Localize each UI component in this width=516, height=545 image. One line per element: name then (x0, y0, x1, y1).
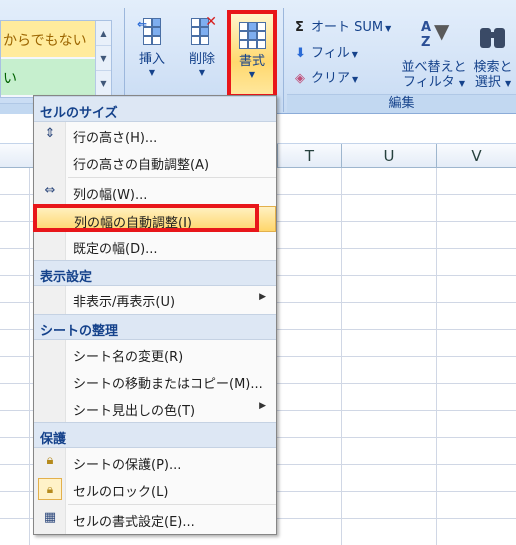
autofit-row-label: 行の高さの自動調整(A) (73, 158, 210, 173)
hide-unhide-label: 非表示/再表示(U) (73, 295, 176, 310)
fill-button[interactable]: ⬇ フィル ▼ (295, 42, 358, 64)
menu-divider (68, 504, 276, 505)
menu-lock-cell[interactable]: 🔒︎ セルのロック(L) (34, 476, 276, 502)
cell-styles-gallery[interactable]: からでもない い ▲ ▼ ▼ (0, 20, 112, 98)
grid-column-line (341, 168, 342, 545)
menu-default-width[interactable]: 既定の幅(D)... (34, 233, 276, 259)
protect-sheet-icon: 🔒︎ (46, 453, 54, 468)
find-line1: 検索と (473, 60, 513, 75)
menu-row-height[interactable]: ⇕ 行の高さ(H)... (34, 122, 276, 148)
grid-column-line (436, 168, 437, 545)
format-cells-icon (235, 16, 269, 50)
fill-down-icon: ⬇ (295, 46, 306, 61)
gallery-scroll[interactable]: ▲ ▼ ▼ (95, 21, 111, 97)
lock-cell-icon: 🔒︎ (38, 478, 62, 500)
sort-filter-icon: A Z ▼ (421, 19, 450, 50)
column-header-t[interactable]: T (277, 144, 341, 168)
autosum-label: オート SUM (311, 20, 384, 35)
edit-group: Σ オート SUM ▼ ⬇ フィル ▼ ◈ クリア ▼ A Z ▼ 並べ替えと フィルタ ▼… (287, 8, 516, 113)
clear-button[interactable]: ◈ クリア ▼ (295, 67, 358, 89)
autosum-dropdown-icon: ▼ (385, 24, 392, 33)
protect-sheet-label: シートの保護(P)... (73, 458, 182, 473)
find-line2: 選択 (474, 75, 501, 90)
submenu-arrow-icon: ▶ (259, 292, 266, 302)
section-organize-sheets: シートの整理 (34, 314, 276, 340)
menu-rename-sheet[interactable]: シート名の変更(R) (34, 341, 276, 367)
eraser-icon: ◈ (295, 71, 305, 86)
group-separator (283, 8, 284, 112)
sort-filter-button[interactable]: A Z ▼ 並べ替えと フィルタ ▼ (400, 20, 468, 91)
menu-divider (68, 177, 276, 178)
fill-dropdown-icon: ▼ (351, 50, 358, 59)
menu-hide-unhide[interactable]: 非表示/再表示(U) ▶ (34, 286, 276, 312)
style-neutral[interactable]: からでもない (1, 21, 96, 57)
column-header-u[interactable]: U (341, 144, 436, 168)
menu-format-cells[interactable]: ▦ セルの書式設定(E)... (34, 506, 276, 532)
menu-column-width[interactable]: ⇔ 列の幅(W)... (34, 179, 276, 205)
edit-group-title: 編集 (287, 94, 516, 113)
format-label: 書式 (238, 54, 265, 69)
menu-autofit-row-height[interactable]: 行の高さの自動調整(A) (34, 149, 276, 175)
clear-label: クリア (311, 71, 351, 86)
insert-button[interactable]: ⇐ 挿入 ▼ (130, 12, 174, 94)
grid-column-line (29, 168, 30, 545)
binoculars-icon (476, 20, 510, 54)
gallery-down-icon[interactable]: ▼ (96, 46, 111, 71)
insert-cells-icon: ⇐ (135, 14, 169, 48)
autosum-button[interactable]: Σ オート SUM ▼ (295, 16, 391, 38)
submenu-arrow-icon: ▶ (259, 401, 266, 411)
insert-dropdown-icon: ▼ (148, 68, 156, 77)
delete-label: 削除 (188, 52, 215, 67)
delete-cells-icon: ✕ (185, 14, 219, 48)
gallery-up-icon[interactable]: ▲ (96, 21, 111, 46)
gallery-more-icon[interactable]: ▼ (96, 71, 111, 96)
row-height-label: 行の高さ(H)... (73, 131, 158, 146)
default-width-label: 既定の幅(D)... (73, 242, 158, 257)
delete-button[interactable]: ✕ 削除 ▼ (178, 12, 226, 94)
menu-tab-color[interactable]: シート見出しの色(T) ▶ (34, 395, 276, 421)
clear-dropdown-icon: ▼ (352, 75, 359, 84)
section-cell-size: セルのサイズ (34, 96, 276, 122)
format-dropdown-icon: ▼ (248, 70, 256, 79)
find-select-button[interactable]: 検索と 選択 ▼ (470, 20, 516, 91)
format-cells-dialog-icon: ▦ (43, 510, 57, 525)
menu-move-copy-sheet[interactable]: シートの移動またはコピー(M)... (34, 368, 276, 394)
rename-sheet-label: シート名の変更(R) (73, 350, 184, 365)
format-cells-label: セルの書式設定(E)... (73, 515, 195, 530)
sort-dropdown-icon: ▼ (458, 79, 466, 88)
column-width-icon: ⇔ (44, 183, 56, 198)
format-menu: セルのサイズ ⇕ 行の高さ(H)... 行の高さの自動調整(A) ⇔ 列の幅(W… (33, 95, 277, 535)
tab-color-label: シート見出しの色(T) (73, 404, 196, 419)
section-visibility: 表示設定 (34, 260, 276, 286)
column-header-v[interactable]: V (436, 144, 516, 168)
find-dropdown-icon: ▼ (505, 79, 512, 88)
column-width-label: 列の幅(W)... (73, 188, 148, 203)
menu-protect-sheet[interactable]: 🔒︎ シートの保護(P)... (34, 449, 276, 475)
sort-line2: フィルタ (402, 75, 455, 90)
sort-line1: 並べ替えと (401, 60, 467, 75)
delete-dropdown-icon: ▼ (198, 68, 206, 77)
row-height-icon: ⇕ (44, 126, 56, 141)
lock-cell-label: セルのロック(L) (73, 485, 169, 500)
sigma-icon: Σ (295, 20, 304, 35)
move-copy-sheet-label: シートの移動またはコピー(M)... (73, 377, 263, 392)
style-good[interactable]: い (1, 59, 96, 95)
insert-label: 挿入 (138, 52, 165, 67)
format-button[interactable]: 書式 ▼ (227, 10, 277, 98)
section-protection: 保護 (34, 422, 276, 448)
annotation-highlight-box (33, 204, 259, 232)
fill-label: フィル (311, 46, 350, 61)
